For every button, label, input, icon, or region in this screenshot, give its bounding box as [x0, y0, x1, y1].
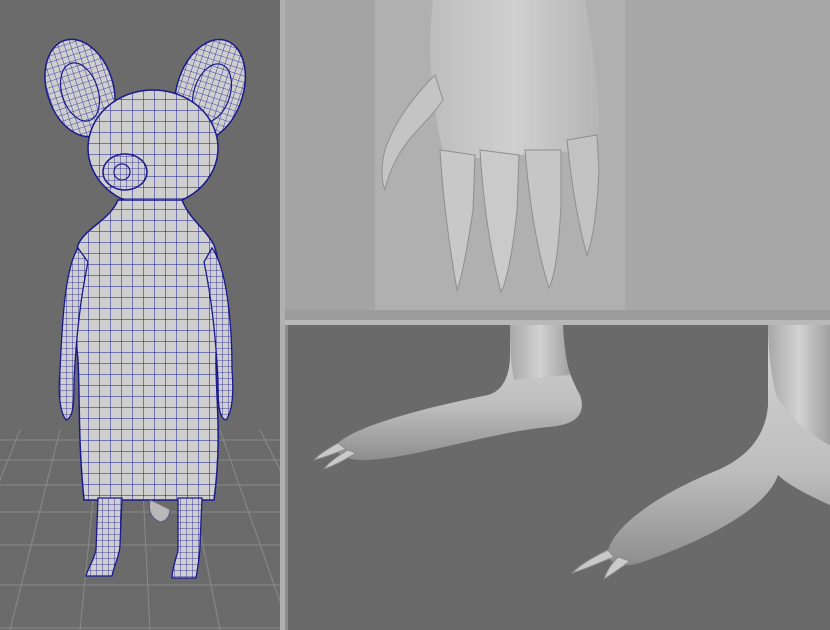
- feet-render-canvas: [312, 325, 830, 581]
- hand-render-canvas: [285, 0, 830, 320]
- right-foot-model: [570, 325, 830, 581]
- left-foot-model: [312, 325, 582, 470]
- perspective-viewport[interactable]: [0, 0, 280, 630]
- mouse-wireframe-model: [44, 38, 247, 579]
- hand-closeup-viewport[interactable]: [285, 0, 830, 320]
- feet-closeup-viewport[interactable]: [288, 325, 830, 630]
- wireframe-canvas: [0, 38, 280, 630]
